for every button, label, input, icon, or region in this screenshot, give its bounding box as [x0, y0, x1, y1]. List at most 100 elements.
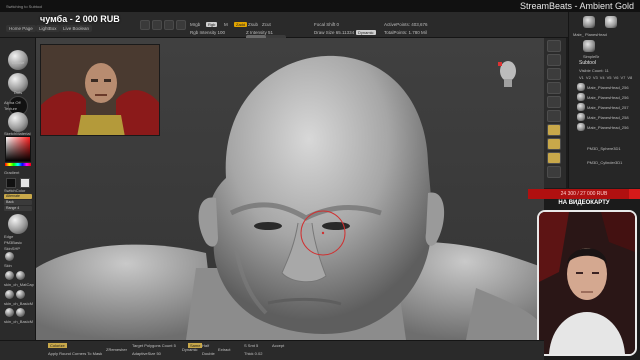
pm3basic-label[interactable]: PM3Basic: [4, 240, 22, 245]
alpha-label: Alpha Off: [4, 100, 21, 105]
zcut-toggle[interactable]: Zcut: [262, 22, 271, 27]
navigation-head-icon[interactable]: [496, 60, 520, 88]
tab-live-boolean[interactable]: Live Boolean: [60, 25, 93, 32]
column-v2[interactable]: V2: [586, 75, 591, 80]
visible-count: Visible Count: 11: [579, 68, 609, 73]
material-basic-thumbnail-4[interactable]: [5, 308, 14, 317]
rgb-intensity-label[interactable]: Rgb Intensity 100: [190, 30, 225, 35]
current-tool-thumbnail[interactable]: [583, 16, 595, 28]
tab-lightbox[interactable]: LightBox: [36, 25, 60, 32]
column-v4[interactable]: V4: [600, 75, 605, 80]
material-matcap-thumbnail[interactable]: [5, 271, 14, 280]
material-basic-thumbnail[interactable]: [16, 271, 25, 280]
donation-alert: чумба - 2 000 RUB: [40, 14, 120, 24]
move-button[interactable]: [164, 20, 174, 30]
streamer-webcam: [537, 210, 637, 356]
zoom-button[interactable]: [547, 82, 561, 94]
adaptive-size-slider[interactable]: AdaptiveSize 50: [132, 351, 161, 356]
material-thumbnail[interactable]: [8, 112, 28, 132]
zsub-toggle[interactable]: Zsub: [248, 22, 258, 27]
s-smt-slider[interactable]: S Smt 5: [244, 343, 258, 348]
double-button[interactable]: Double: [202, 351, 215, 356]
column-v1[interactable]: V1: [579, 75, 584, 80]
zadd-toggle[interactable]: Zadd: [234, 22, 248, 27]
scroll-button[interactable]: [547, 68, 561, 80]
scale-button[interactable]: [176, 20, 186, 30]
back-button[interactable]: Back: [4, 200, 32, 205]
colorize-toggle[interactable]: Colorize: [48, 343, 67, 348]
range-slider[interactable]: Range 4: [4, 206, 32, 211]
column-v8[interactable]: V8: [627, 75, 632, 80]
edit-button[interactable]: [140, 20, 150, 30]
frame-button[interactable]: [547, 166, 561, 178]
bpr-button[interactable]: [547, 40, 561, 52]
persp-button[interactable]: [547, 124, 561, 136]
donation-goal-bar: 24 300 / 27 000 RUB: [528, 189, 640, 199]
target-polygons-slider[interactable]: Target Polygons Count 5: [132, 343, 176, 348]
zremesher-button[interactable]: ZRemesher: [106, 347, 127, 352]
bottom-toolbar: Colorize Apply Round Corners To Mask ZRe…: [0, 340, 544, 360]
subtool-item[interactable]: PM3D_Sphere3D1: [587, 146, 621, 151]
tool-thumbnail-2[interactable]: [605, 16, 617, 28]
floor-button[interactable]: [547, 138, 561, 150]
subtool-panel: Male_ PlanesHead SimpleBr Subtool Visibl…: [568, 12, 640, 188]
dynamic-toggle[interactable]: Dynamic: [356, 30, 376, 35]
subtool-thumbnail[interactable]: [577, 103, 585, 111]
subtool-item[interactable]: Male_PlanesHead_256: [587, 125, 629, 130]
skin-basic-label[interactable]: skin_ch_BasicM: [4, 301, 33, 306]
accept-button[interactable]: Accept: [272, 343, 284, 348]
aahalf-button[interactable]: [547, 110, 561, 122]
column-v5[interactable]: V5: [607, 75, 612, 80]
edge-material-thumbnail[interactable]: [8, 214, 28, 234]
color-picker[interactable]: [5, 136, 31, 162]
spix-button[interactable]: [547, 54, 561, 66]
thick-slider[interactable]: Thick 0.02: [244, 351, 262, 356]
subtool-thumbnail[interactable]: [577, 93, 585, 101]
extract-button[interactable]: Extract: [218, 347, 230, 352]
subtool-thumbnail[interactable]: [577, 83, 585, 91]
window-title: Switching to Subtool: [6, 3, 43, 9]
subtool-item[interactable]: PM3D_Cylinder3D1: [587, 160, 622, 165]
material-skin-thumbnail[interactable]: [5, 252, 14, 261]
simplebrush-thumbnail[interactable]: [583, 40, 595, 52]
column-v7[interactable]: V7: [620, 75, 625, 80]
draw-size-label[interactable]: Draw Size 65.11334: [314, 30, 354, 35]
alternate-button[interactable]: Alternate: [4, 194, 32, 199]
same-button[interactable]: Same: [188, 343, 203, 348]
material-basic-thumbnail-2[interactable]: [5, 290, 14, 299]
half-button[interactable]: Half: [202, 343, 209, 348]
apply-round-corners-button[interactable]: Apply Round Corners To Mask: [48, 351, 102, 356]
skin-label[interactable]: Skin: [4, 263, 12, 268]
subtool-item[interactable]: Male_PlanesHead_256: [587, 85, 629, 90]
material-basic-thumbnail-5[interactable]: [16, 308, 25, 317]
subtool-thumbnail[interactable]: [577, 123, 585, 131]
subtool-title[interactable]: Subtool: [579, 60, 596, 66]
column-v6[interactable]: V6: [614, 75, 619, 80]
column-v3[interactable]: V3: [593, 75, 598, 80]
skin-basic-label-2[interactable]: skin_ch_BasicM: [4, 319, 33, 324]
hue-strip[interactable]: [5, 163, 31, 166]
tab-home-page[interactable]: Home Page: [6, 25, 36, 32]
skinshp-label[interactable]: SkinSHP: [4, 246, 20, 251]
draw-button[interactable]: [152, 20, 162, 30]
mrgb-label[interactable]: Mrgb: [190, 22, 200, 27]
local-button[interactable]: [547, 152, 561, 164]
subtool-item[interactable]: Male_PlanesHead_258: [587, 115, 629, 120]
donation-goal-amount: 24 300 / 27 000 RUB: [560, 191, 608, 197]
stroke-label: Dots: [14, 90, 23, 95]
material-basic-thumbnail-3[interactable]: [16, 290, 25, 299]
gradient-label[interactable]: Gradient: [4, 170, 19, 175]
focal-shift-label[interactable]: Focal Shift 0: [314, 22, 339, 27]
secondary-color-swatch[interactable]: [20, 178, 30, 188]
rgb-toggle[interactable]: Rgb: [206, 22, 218, 27]
switch-color-label[interactable]: SwitchColor: [4, 188, 25, 193]
left-tray: Diffuse Dots Alpha Off Texture SketchMat…: [0, 38, 36, 360]
m-toggle[interactable]: M: [224, 22, 228, 27]
skin-matcap-label[interactable]: skin_ch_MatCap: [4, 282, 34, 287]
main-color-swatch[interactable]: [6, 178, 16, 188]
brush-cursor-dot: [321, 231, 325, 235]
subtool-item[interactable]: Male_PlanesHead_257: [587, 105, 629, 110]
subtool-item[interactable]: Male_PlanesHead_256: [587, 95, 629, 100]
subtool-thumbnail[interactable]: [577, 113, 585, 121]
actual-button[interactable]: [547, 96, 561, 108]
